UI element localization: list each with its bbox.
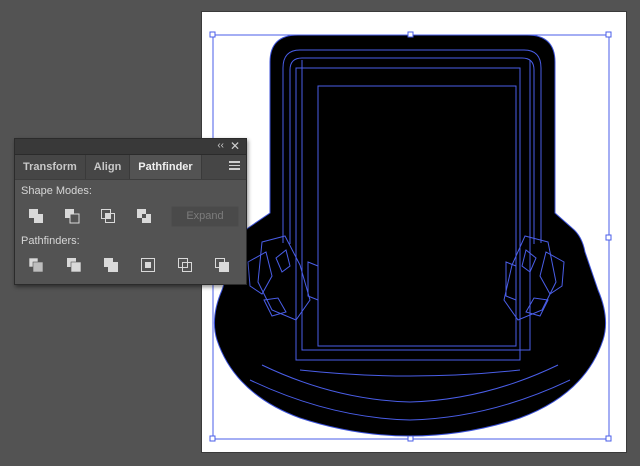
bbox-handle[interactable] <box>605 234 612 241</box>
crop-icon[interactable] <box>139 256 157 274</box>
panel-tabs: Transform Align Pathfinder <box>15 155 246 180</box>
tab-transform[interactable]: Transform <box>15 155 86 179</box>
bbox-handle[interactable] <box>209 435 216 442</box>
collapse-panel-icon[interactable]: ‹‹ <box>217 140 224 152</box>
bbox-handle[interactable] <box>209 31 216 38</box>
pathfinder-panel: ‹‹ ✕ Transform Align Pathfinder Shape Mo… <box>14 138 247 285</box>
panel-menu-icon[interactable] <box>229 161 240 171</box>
intersect-icon[interactable] <box>99 207 117 225</box>
tab-pathfinder[interactable]: Pathfinder <box>130 155 202 179</box>
bbox-handle[interactable] <box>407 435 414 442</box>
close-icon[interactable]: ✕ <box>230 139 240 153</box>
exclude-icon[interactable] <box>135 207 153 225</box>
panel-titlebar[interactable]: ‹‹ ✕ <box>15 139 246 155</box>
expand-button[interactable]: Expand <box>171 206 239 227</box>
trim-icon[interactable] <box>65 256 83 274</box>
bbox-handle[interactable] <box>605 435 612 442</box>
merge-icon[interactable] <box>102 256 120 274</box>
shape-modes-label: Shape Modes: <box>21 185 92 197</box>
minus-front-icon[interactable] <box>63 207 81 225</box>
outline-icon[interactable] <box>176 256 194 274</box>
tab-align[interactable]: Align <box>86 155 131 179</box>
minus-back-icon[interactable] <box>213 256 231 274</box>
bbox-handle[interactable] <box>407 31 414 38</box>
bbox-handle[interactable] <box>605 31 612 38</box>
pathfinders-label: Pathfinders: <box>21 235 80 247</box>
unite-icon[interactable] <box>27 207 45 225</box>
divide-icon[interactable] <box>27 256 45 274</box>
